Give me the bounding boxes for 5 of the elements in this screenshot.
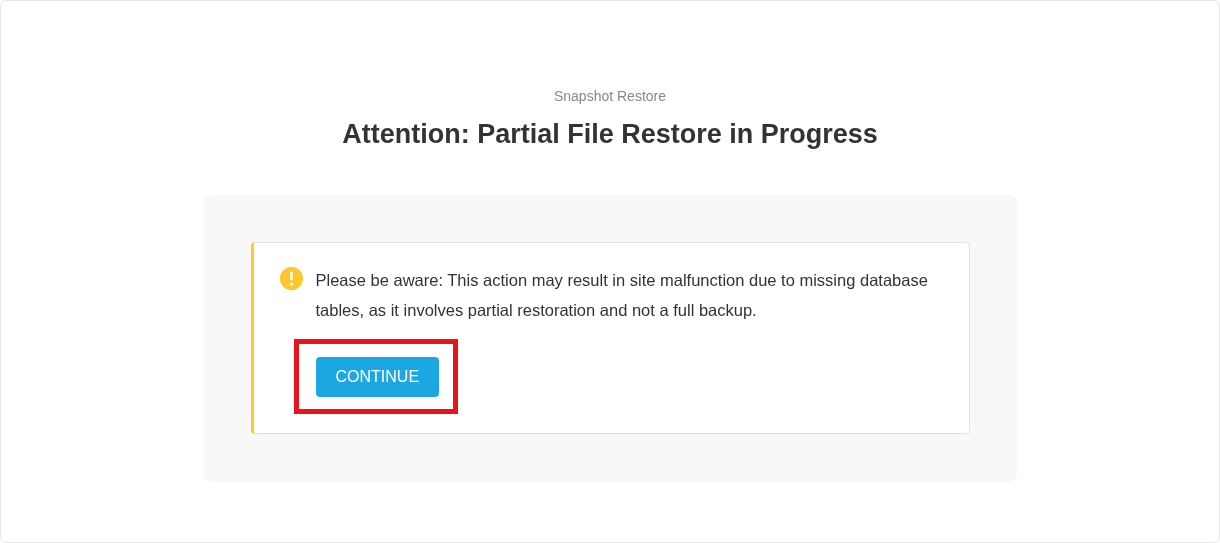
page-title: Attention: Partial File Restore in Progress [341, 118, 879, 151]
warning-icon [279, 267, 303, 290]
continue-button[interactable]: CONTINUE [315, 357, 440, 397]
page-eyebrow: Snapshot Restore [552, 87, 668, 105]
warning-message: Please be aware: This action may result in site malfunction due to missing database tables, as it involves partial restoration and not a full backup. [315, 270, 929, 321]
